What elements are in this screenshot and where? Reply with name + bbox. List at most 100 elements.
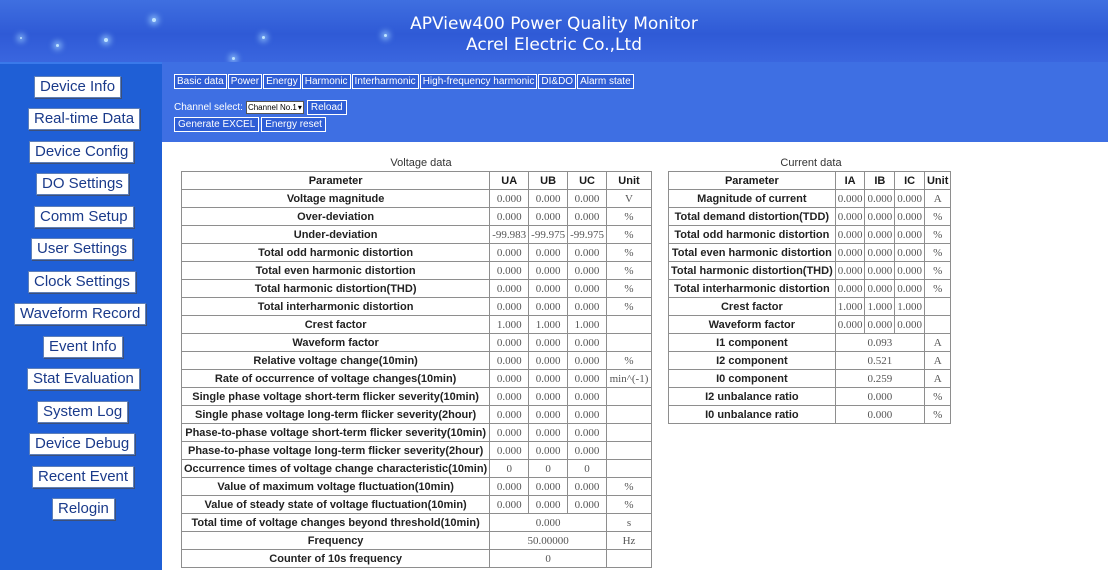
unit-cell: A — [923, 369, 952, 388]
unit-cell — [606, 315, 652, 334]
parameter-cell: Magnitude of current — [668, 189, 836, 208]
voltage-table-caption: Voltage data — [390, 157, 452, 169]
nav-event-info[interactable]: Event Info — [43, 336, 123, 358]
current-data-table: Parameter IA IB IC Unit Magnitude of cur… — [668, 171, 952, 424]
nav-recent-event[interactable]: Recent Event — [32, 466, 135, 488]
phase-b-value: 0.000 — [864, 279, 896, 298]
table-row: Occurrence times of voltage change chara… — [180, 459, 652, 478]
phase-a-value: 0.000 — [834, 261, 866, 280]
tab-interharmonic[interactable]: Interharmonic — [351, 74, 419, 89]
phase-b-value: 0.000 — [528, 387, 569, 406]
parameter-cell: I0 component — [668, 369, 836, 388]
unit-cell — [923, 315, 952, 334]
nav-clock-settings[interactable]: Clock Settings — [28, 271, 136, 293]
phase-b-value: 0.000 — [864, 315, 896, 334]
unit-cell — [923, 297, 952, 316]
phase-c-value: 0.000 — [567, 189, 607, 208]
chevron-down-icon: ▾ — [297, 103, 302, 112]
nav-device-config[interactable]: Device Config — [29, 141, 135, 163]
phase-a-value: 0.000 — [489, 243, 530, 262]
unit-cell: % — [923, 279, 952, 298]
generate-excel-button[interactable]: Generate EXCEL — [174, 117, 260, 132]
phase-a-value: 0.000 — [489, 189, 530, 208]
combined-value: 0.000 — [834, 405, 925, 424]
phase-a-value: 0.000 — [834, 189, 866, 208]
phase-a-value: 0.000 — [489, 207, 530, 226]
phase-a-value: 0.000 — [489, 495, 530, 514]
parameter-cell: Total time of voltage changes beyond thr… — [180, 513, 491, 532]
combined-value: 0.000 — [489, 513, 607, 532]
energy-reset-button[interactable]: Energy reset — [261, 117, 326, 132]
phase-b-value: 1.000 — [528, 315, 569, 334]
nav-real-time-data[interactable]: Real-time Data — [28, 108, 141, 130]
tab-harmonic[interactable]: Harmonic — [301, 74, 351, 89]
phase-c-value: 1.000 — [567, 315, 607, 334]
combined-value: 50.00000 — [489, 531, 607, 550]
unit-cell: % — [923, 207, 952, 226]
data-tabs: Basic data Power Energy Harmonic Interha… — [174, 74, 634, 89]
parameter-cell: Total interharmonic distortion — [180, 297, 491, 316]
phase-b-value: 0.000 — [528, 441, 569, 460]
combined-value: 0 — [489, 549, 607, 568]
table-row: I0 component 0.259 A — [668, 369, 952, 388]
phase-b-value: 0 — [528, 459, 569, 478]
nav-relogin[interactable]: Relogin — [52, 498, 115, 520]
column-header: UA — [489, 171, 530, 190]
combined-value: 0.000 — [834, 387, 925, 406]
phase-a-value: 0.000 — [834, 225, 866, 244]
phase-a-value: 1.000 — [834, 297, 866, 316]
unit-cell: s — [606, 513, 652, 532]
phase-c-value: 1.000 — [894, 297, 925, 316]
table-row: Voltage magnitude 0.000 0.000 0.000 V — [180, 189, 652, 208]
unit-cell — [606, 405, 652, 424]
combined-value: 0.259 — [834, 369, 925, 388]
column-header: Parameter — [668, 171, 836, 190]
tab-basic-data[interactable]: Basic data — [174, 74, 227, 89]
phase-a-value: -99.983 — [489, 225, 530, 244]
column-header: Parameter — [180, 171, 491, 190]
table-header-row: Parameter IA IB IC Unit — [668, 171, 952, 190]
phase-c-value: 0.000 — [894, 189, 925, 208]
phase-b-value: 0.000 — [528, 279, 569, 298]
table-row: Value of steady state of voltage fluctua… — [180, 495, 652, 514]
unit-cell: A — [923, 189, 952, 208]
tab-di-do[interactable]: DI&DO — [538, 74, 577, 89]
reload-button[interactable]: Reload — [306, 100, 347, 115]
tab-power[interactable]: Power — [227, 74, 263, 89]
nav-do-settings[interactable]: DO Settings — [36, 173, 129, 195]
unit-cell: % — [923, 243, 952, 262]
column-header: IB — [864, 171, 896, 190]
parameter-cell: Frequency — [180, 531, 491, 550]
column-header: IC — [894, 171, 925, 190]
nav-user-settings[interactable]: User Settings — [31, 238, 134, 260]
phase-c-value: 0.000 — [567, 423, 607, 442]
phase-b-value: 0.000 — [528, 369, 569, 388]
unit-cell: min^(-1) — [606, 369, 652, 388]
table-row: Phase-to-phase voltage long-term flicker… — [180, 441, 652, 460]
nav-comm-setup[interactable]: Comm Setup — [34, 206, 134, 228]
combined-value: 0.093 — [834, 333, 925, 352]
nav-stat-evaluation[interactable]: Stat Evaluation — [27, 368, 140, 390]
unit-cell: A — [923, 351, 952, 370]
nav-system-log[interactable]: System Log — [37, 401, 129, 423]
nav-device-debug[interactable]: Device Debug — [29, 433, 136, 455]
phase-a-value: 0 — [489, 459, 530, 478]
parameter-cell: I2 component — [668, 351, 836, 370]
phase-b-value: 0.000 — [528, 423, 569, 442]
phase-a-value: 0.000 — [834, 315, 866, 334]
nav-device-info[interactable]: Device Info — [34, 76, 122, 98]
tab-high-frequency-harmonic[interactable]: High-frequency harmonic — [419, 74, 538, 89]
nav-waveform-record[interactable]: Waveform Record — [14, 303, 147, 325]
unit-cell: % — [606, 279, 652, 298]
table-row: Total interharmonic distortion 0.000 0.000… — [668, 279, 952, 298]
phase-a-value: 0.000 — [834, 207, 866, 226]
tab-alarm-state[interactable]: Alarm state — [577, 74, 634, 89]
column-header: Unit — [923, 171, 952, 190]
parameter-cell: Voltage magnitude — [180, 189, 491, 208]
table-row: I2 component 0.521 A — [668, 351, 952, 370]
column-header: UB — [528, 171, 569, 190]
phase-c-value: 0.000 — [567, 243, 607, 262]
parameter-cell: Relative voltage change(10min) — [180, 351, 491, 370]
channel-select[interactable]: Channel No.1 ▾ — [245, 101, 304, 114]
tab-energy[interactable]: Energy — [263, 74, 301, 89]
